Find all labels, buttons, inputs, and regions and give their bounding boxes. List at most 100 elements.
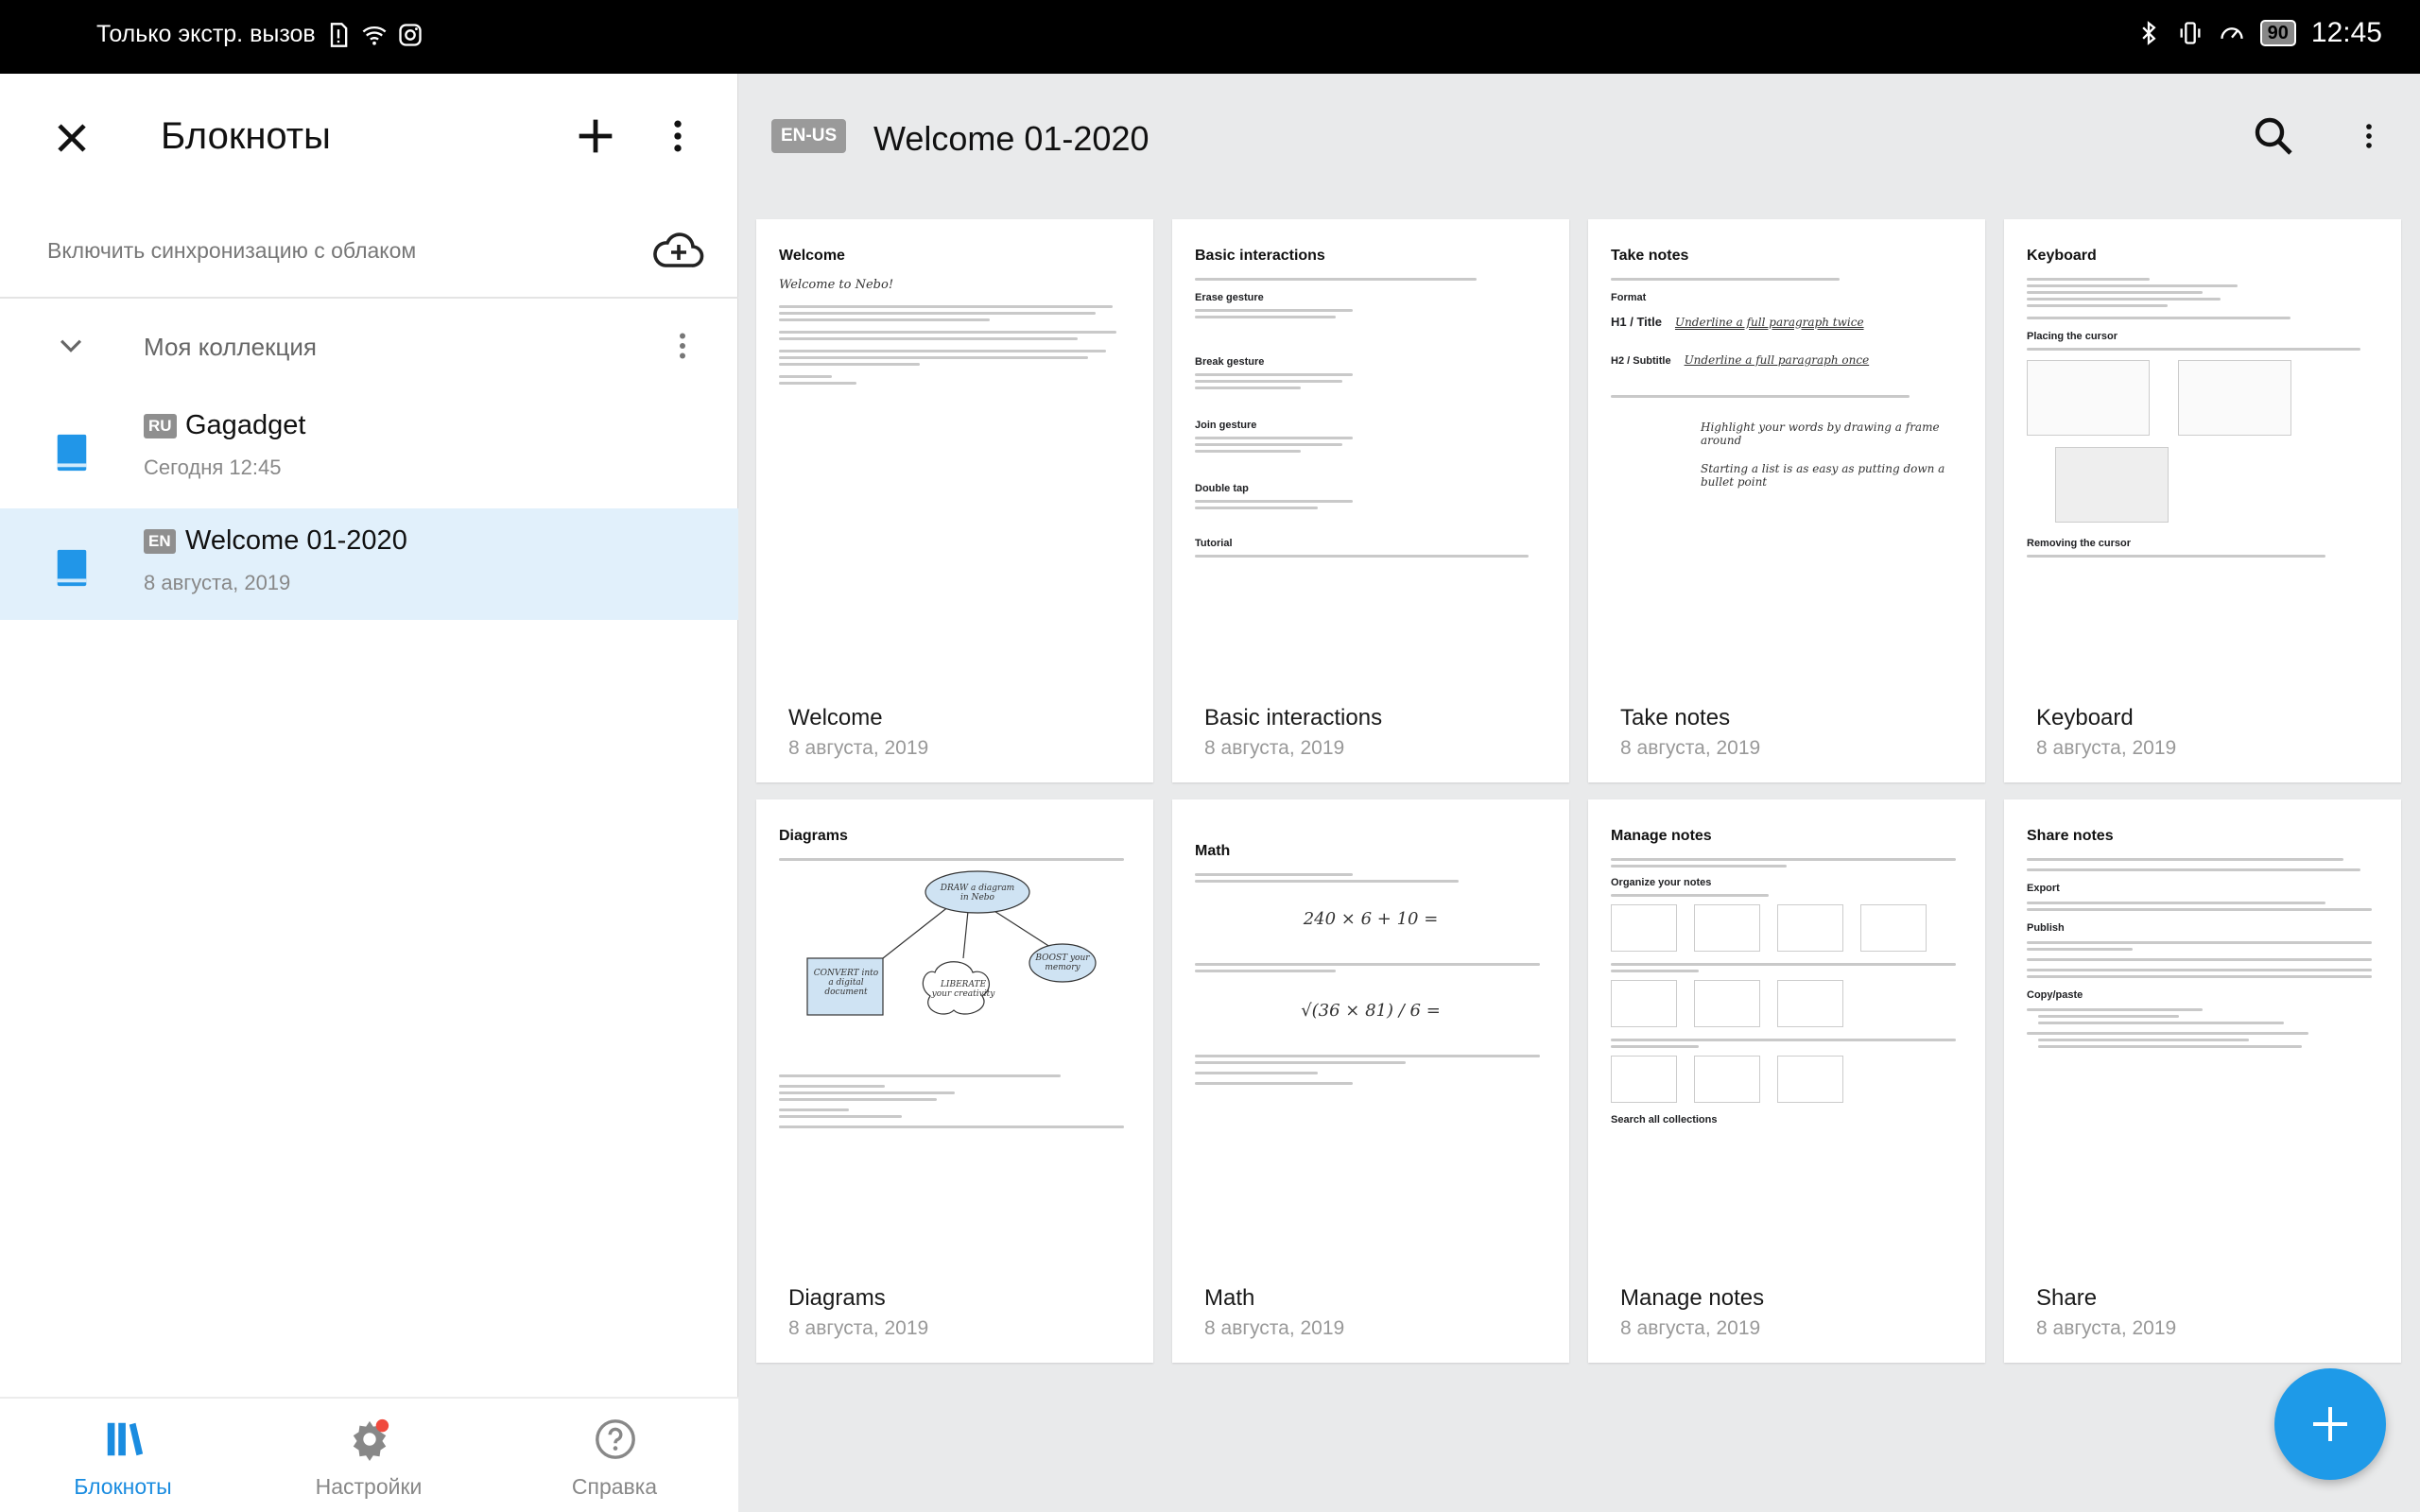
nav-help-label: Справка	[571, 1474, 658, 1499]
diagram-node: LIBERATE your creativity	[931, 980, 995, 999]
vibrate-icon	[2180, 22, 2201, 44]
section-heading: Tutorial	[1195, 538, 1233, 549]
section-heading: Double tap	[1195, 483, 1249, 494]
page-name: Keyboard	[2036, 705, 2134, 730]
help-icon	[596, 1419, 635, 1459]
bluetooth-icon	[2142, 21, 2156, 45]
page-thumbnail: Take notes Format H1 / Title Underline a…	[1611, 248, 1962, 654]
section-heading: Erase gesture	[1195, 292, 1264, 303]
section-heading: Placing the cursor	[2027, 331, 2118, 342]
notebook-icon	[57, 549, 87, 587]
page-name: Basic interactions	[1204, 705, 1383, 730]
more-options-icon[interactable]	[657, 112, 699, 161]
nav-notebooks-label: Блокноты	[74, 1474, 172, 1499]
page-handwriting: Welcome to Nebo!	[779, 278, 894, 292]
section-heading: Publish	[2027, 922, 2065, 934]
language-badge: RU	[144, 414, 177, 438]
chevron-down-icon[interactable]	[55, 329, 87, 361]
page-thumbnail: Keyboard Placing the cursor Removing the…	[2027, 248, 2378, 654]
page-name: Manage notes	[1620, 1285, 1765, 1311]
language-badge: EN-US	[771, 119, 847, 153]
gear-icon	[353, 1418, 389, 1461]
close-icon[interactable]	[47, 113, 96, 163]
page-name: Welcome	[788, 705, 883, 730]
page-handwriting: Highlight your words by drawing a frame …	[1701, 421, 1940, 447]
page-card-take-notes[interactable]: Take notes Format H1 / Title Underline a…	[1588, 219, 1985, 782]
page-date: 8 августа, 2019	[788, 1317, 929, 1339]
section-heading: Search all collections	[1611, 1114, 1718, 1125]
page-heading: Diagrams	[779, 828, 848, 844]
page-name: Take notes	[1620, 705, 1731, 730]
page-thumbnail: Math 240 × 6 + 10 = √(36 × 81) / 6 =	[1195, 828, 1547, 1234]
collection-more-icon[interactable]	[666, 325, 700, 367]
drawer-header: Блокноты	[0, 74, 738, 206]
page-heading: Math	[1195, 843, 1231, 859]
page-handwriting: Underline a full paragraph once	[1684, 353, 1870, 367]
nav-settings[interactable]: Настройки	[246, 1399, 492, 1512]
format-label: Format	[1611, 292, 1647, 303]
instagram-icon	[399, 23, 422, 46]
diagram-node: BOOST your memory	[1035, 954, 1090, 972]
section-heading: Join gesture	[1195, 420, 1257, 431]
page-card-share[interactable]: Share notes Export Publish Copy/paste Sh…	[2004, 799, 2401, 1363]
page-card-diagrams[interactable]: Diagrams DRAW a diagram in Nebo CONVERT …	[756, 799, 1153, 1363]
page-heading: Share notes	[2027, 828, 2114, 844]
search-icon[interactable]	[2251, 113, 2296, 159]
page-thumbnail: Diagrams DRAW a diagram in Nebo CONVERT …	[779, 828, 1131, 1234]
add-notebook-icon[interactable]	[571, 112, 620, 161]
drawer-title: Блокноты	[161, 115, 331, 157]
section-heading: Export	[2027, 883, 2060, 894]
page-name: Share	[2036, 1285, 2098, 1311]
page-thumbnail: Welcome Welcome to Nebo!	[779, 248, 1131, 654]
page-card-welcome[interactable]: Welcome Welcome to Nebo! Welcome 8 авгус…	[756, 219, 1153, 782]
math-expression: 240 × 6 + 10 =	[1303, 909, 1439, 929]
library-icon	[107, 1422, 144, 1456]
notebook-title: Welcome 01-2020	[185, 525, 407, 556]
page-handwriting: Underline a full paragraph twice	[1674, 316, 1864, 329]
page-date: 8 августа, 2019	[2036, 1317, 2177, 1339]
page-heading: Keyboard	[2027, 248, 2097, 264]
page-thumbnail: Share notes Export Publish Copy/paste	[2027, 828, 2378, 1234]
page-date: 8 августа, 2019	[788, 737, 929, 759]
page-card-manage-notes[interactable]: Manage notes Organize your notes Search …	[1588, 799, 1985, 1363]
cloud-sync-row[interactable]: Включить синхронизацию с облаком	[0, 206, 738, 299]
notebook-item-welcome[interactable]: EN Welcome 01-2020 8 августа, 2019	[0, 508, 738, 620]
nav-settings-label: Настройки	[315, 1474, 423, 1499]
notebook-date: 8 августа, 2019	[144, 571, 291, 594]
notebook-title: Welcome 01-2020	[873, 119, 1150, 158]
cloud-sync-label: Включить синхронизацию с облаком	[47, 238, 417, 263]
section-heading: Break gesture	[1195, 356, 1265, 368]
h1-label: H1 / Title	[1611, 315, 1662, 329]
speedometer-icon	[2221, 27, 2243, 39]
page-heading: Welcome	[779, 248, 845, 264]
language-badge: EN	[144, 529, 176, 554]
page-date: 8 августа, 2019	[1204, 1317, 1345, 1339]
page-card-keyboard[interactable]: Keyboard Placing the cursor Removing the…	[2004, 219, 2401, 782]
sim-alert-icon	[330, 22, 348, 47]
page-date: 8 августа, 2019	[2036, 737, 2177, 759]
collection-row[interactable]: Моя коллекция	[0, 299, 738, 393]
more-options-icon[interactable]	[2353, 113, 2385, 159]
status-bar: Только экстр. вызов 90 12:45	[0, 0, 2420, 74]
page-date: 8 августа, 2019	[1204, 737, 1345, 759]
page-handwriting: Starting a list is as easy as putting do…	[1701, 462, 1945, 489]
nav-help[interactable]: Справка	[492, 1399, 737, 1512]
notebook-content: EN-US Welcome 01-2020 Welcome Welcome to…	[738, 74, 2420, 1512]
section-heading: Organize your notes	[1611, 877, 1712, 888]
add-page-button[interactable]	[2274, 1368, 2386, 1480]
page-name: Diagrams	[788, 1285, 886, 1311]
clock: 12:45	[2310, 17, 2382, 48]
page-card-basic-interactions[interactable]: Basic interactions Erase gesture Break g…	[1172, 219, 1569, 782]
notebooks-drawer: Блокноты Включить синхронизацию с облако…	[0, 74, 738, 1512]
cloud-upload-icon[interactable]	[652, 227, 705, 274]
nav-notebooks[interactable]: Блокноты	[0, 1399, 246, 1512]
notebook-item-gagadget[interactable]: RU Gagadget Сегодня 12:45	[0, 393, 738, 505]
page-heading: Basic interactions	[1195, 248, 1325, 264]
page-thumbnail: Manage notes Organize your notes Search …	[1611, 828, 1962, 1234]
page-card-math[interactable]: Math 240 × 6 + 10 = √(36 × 81) / 6 = Mat…	[1172, 799, 1569, 1363]
page-name: Math	[1204, 1285, 1255, 1311]
carrier-text: Только экстр. вызов	[96, 21, 316, 47]
h2-label: H2 / Subtitle	[1611, 355, 1671, 367]
notebook-title: Gagadget	[185, 410, 306, 440]
bottom-navigation: Блокноты Настройки Справка	[0, 1397, 738, 1512]
